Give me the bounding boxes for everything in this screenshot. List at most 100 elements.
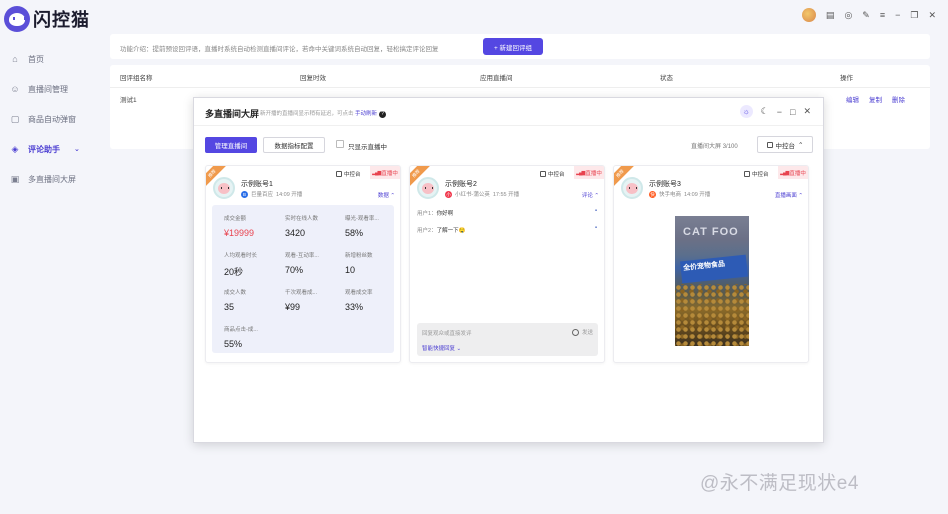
live-badge: ▂▄▆ 直播中 xyxy=(778,166,808,179)
help-icon[interactable]: ? xyxy=(379,111,387,118)
account-meta: 小小红书-蒲公英 17:55 开播 xyxy=(445,190,520,198)
juliang-icon: B xyxy=(241,190,248,198)
sidebar-item-live-rooms[interactable]: ☺ 直播间管理 xyxy=(0,74,100,104)
app-name: 闪控猫 xyxy=(33,10,90,30)
sidebar-item-label: 首页 xyxy=(28,54,44,64)
menu-icon[interactable]: ≡ xyxy=(880,10,885,20)
sidebar-item-home[interactable]: ⌂ 首页 xyxy=(0,44,100,74)
sidebar-item-label: 商品自动弹窗 xyxy=(28,114,76,124)
signal-icon: ▂▄▆ xyxy=(780,169,789,176)
sidebar-nav: ⌂ 首页 ☺ 直播间管理 ▢ 商品自动弹窗 ◈ 评论助手 ⌄ ▣ 多直播间大屏 xyxy=(0,44,100,194)
sidebar-item-product-popup[interactable]: ▢ 商品自动弹窗 xyxy=(0,104,100,134)
console-icon xyxy=(540,171,546,177)
console-icon xyxy=(744,171,750,177)
screen-icon: ▣ xyxy=(10,174,20,184)
stat-item: 新增粉丝数 10 xyxy=(345,253,373,275)
edit-icon[interactable]: ✎ xyxy=(862,10,870,21)
app-logo: 闪控猫 xyxy=(4,6,90,32)
chevron-down-icon: ⌄ xyxy=(74,146,80,153)
home-icon: ⌂ xyxy=(12,54,18,64)
divider xyxy=(110,87,930,88)
account-name: 示例账号1 xyxy=(241,181,273,188)
signal-icon: ▂▄▆ xyxy=(372,169,381,176)
metrics-config-button[interactable]: 数据指标配置 xyxy=(263,137,325,153)
watermark: @永不满足现状e4 xyxy=(700,473,859,494)
headset-icon[interactable]: ◎ xyxy=(844,10,852,21)
stat-item: 观看成交率 33% xyxy=(345,290,373,312)
sidebar-item-label: 多直播间大屏 xyxy=(28,174,76,184)
product-icon: ▢ xyxy=(10,114,20,124)
window-toolbar: ▤ ◎ ✎ ≡ − ❐ ✕ xyxy=(801,8,936,22)
console-dropdown-button[interactable]: 中控台 ⌃ xyxy=(757,136,813,153)
sidebar-item-label: 评论助手 xyxy=(28,144,60,154)
card-console-toggle[interactable]: 中控台 xyxy=(336,170,361,178)
stat-item: 实时在线人数 3420 xyxy=(285,216,319,238)
modal-toolbar: 管理直播间 数据指标配置 只显示直播中 直播间大屏 3/100 中控台 ⌃ xyxy=(205,136,813,154)
copy-link[interactable]: 复制 xyxy=(869,94,882,104)
avatar xyxy=(213,177,235,199)
live-badge: ▂▄▆ 直播中 xyxy=(574,166,604,179)
avatar[interactable] xyxy=(801,8,816,22)
stats-panel: 成交金额 ¥19999 实时在线人数 3420 曝光-观看率... 58% 人均观看时… xyxy=(212,205,394,353)
reply-comment-icon[interactable]: ▪ xyxy=(595,225,597,231)
restore-icon[interactable]: ❐ xyxy=(910,10,918,21)
sun-icon[interactable]: ☼ xyxy=(739,105,753,118)
modal-subtitle: 新开播的直播间显示稍有延迟，可点击 手动刷新? xyxy=(260,109,387,118)
live-room-card: 推荐 中控台 ▂▄▆ 直播中 示例账号2 小小红书-蒲公英 17:55 开播 评论… xyxy=(409,165,605,363)
clipboard-icon[interactable]: ▤ xyxy=(826,10,835,21)
only-live-checkbox[interactable] xyxy=(336,140,344,148)
edit-link[interactable]: 编辑 xyxy=(846,94,859,104)
moon-icon[interactable]: ☾ xyxy=(761,106,769,117)
column-header: 状态 xyxy=(660,75,673,82)
quick-reply-toggle[interactable]: 智能快捷回复 ⌄ xyxy=(422,344,461,352)
only-live-label: 只显示直播中 xyxy=(348,144,387,151)
new-reply-group-button[interactable]: + 新建回评组 xyxy=(483,38,543,55)
sidebar-item-comment-assistant[interactable]: ◈ 评论助手 ⌄ xyxy=(0,134,100,164)
card-view-toggle[interactable]: 直播画面 ⌃ xyxy=(775,191,803,199)
close-icon[interactable]: ✕ xyxy=(928,10,936,21)
live-stream-image: CAT FOO 全价宠物食品 xyxy=(675,216,749,346)
stat-item: 人均观看时长 20秒 xyxy=(224,253,258,277)
card-view-toggle[interactable]: 评论 ⌃ xyxy=(582,191,599,199)
minimize-icon[interactable]: − xyxy=(777,107,782,117)
maximize-icon[interactable]: □ xyxy=(790,107,795,117)
chevron-up-icon: ⌃ xyxy=(798,141,804,149)
account-name: 示例账号3 xyxy=(649,181,681,188)
emoji-icon[interactable] xyxy=(571,328,579,336)
live-badge: ▂▄▆ 直播中 xyxy=(370,166,400,179)
console-icon xyxy=(336,171,342,177)
close-icon[interactable]: ✕ xyxy=(803,106,811,117)
modal-controls: ☼ ☾ − □ ✕ xyxy=(739,105,811,118)
reply-input[interactable]: 回复观众或直接发评 xyxy=(422,329,472,337)
users-icon: ☺ xyxy=(10,84,20,94)
stat-item: 观看-互动率... 70% xyxy=(285,253,319,275)
reply-comment-icon[interactable]: ▪ xyxy=(595,208,597,214)
card-console-toggle[interactable]: 中控台 xyxy=(540,170,565,178)
live-room-card: 推荐 中控台 ▂▄▆ 直播中 示例账号3 快快手电商 14:09 开播 直播画面 … xyxy=(613,165,809,363)
account-name: 示例账号2 xyxy=(445,181,477,188)
modal-header: 多直播间大屏 新开播的直播间显示稍有延迟，可点击 手动刷新? ☼ ☾ − □ ✕ xyxy=(194,98,823,126)
xiaohongshu-icon: 小 xyxy=(445,190,452,198)
avatar xyxy=(417,177,439,199)
avatar xyxy=(621,177,643,199)
box-icon: ◈ xyxy=(11,144,19,154)
package-text: CAT FOO xyxy=(683,226,739,238)
manage-rooms-button[interactable]: 管理直播间 xyxy=(205,137,257,153)
delete-link[interactable]: 删除 xyxy=(892,94,905,104)
column-header: 回复时效 xyxy=(300,75,326,82)
intro-text: 功能介绍：提前预设回评语，直播时系统自动检测直播间评论，若命中关键词系统自动回复… xyxy=(120,46,439,53)
stat-item: 商品点击-成... 55% xyxy=(224,327,258,349)
comment-item: 用户1：你好啊 xyxy=(417,211,454,217)
stat-item: 千次观看成... ¥99 xyxy=(285,290,318,312)
intro-bar: 功能介绍：提前预设回评语，直播时系统自动检测直播间评论，若命中关键词系统自动回复… xyxy=(110,34,930,59)
card-view-toggle[interactable]: 数据 ⌃ xyxy=(378,191,395,199)
sidebar-item-multi-screen[interactable]: ▣ 多直播间大屏 xyxy=(0,164,100,194)
cat-logo-icon xyxy=(4,6,30,32)
card-console-toggle[interactable]: 中控台 xyxy=(744,170,769,178)
room-count: 直播间大屏 3/100 xyxy=(691,144,738,150)
minimize-icon[interactable]: − xyxy=(895,10,900,20)
signal-icon: ▂▄▆ xyxy=(576,169,585,176)
send-button[interactable]: 发送 xyxy=(582,328,593,336)
stat-item: 成交金额 ¥19999 xyxy=(224,216,255,238)
refresh-link[interactable]: 手动刷新 xyxy=(355,111,377,117)
